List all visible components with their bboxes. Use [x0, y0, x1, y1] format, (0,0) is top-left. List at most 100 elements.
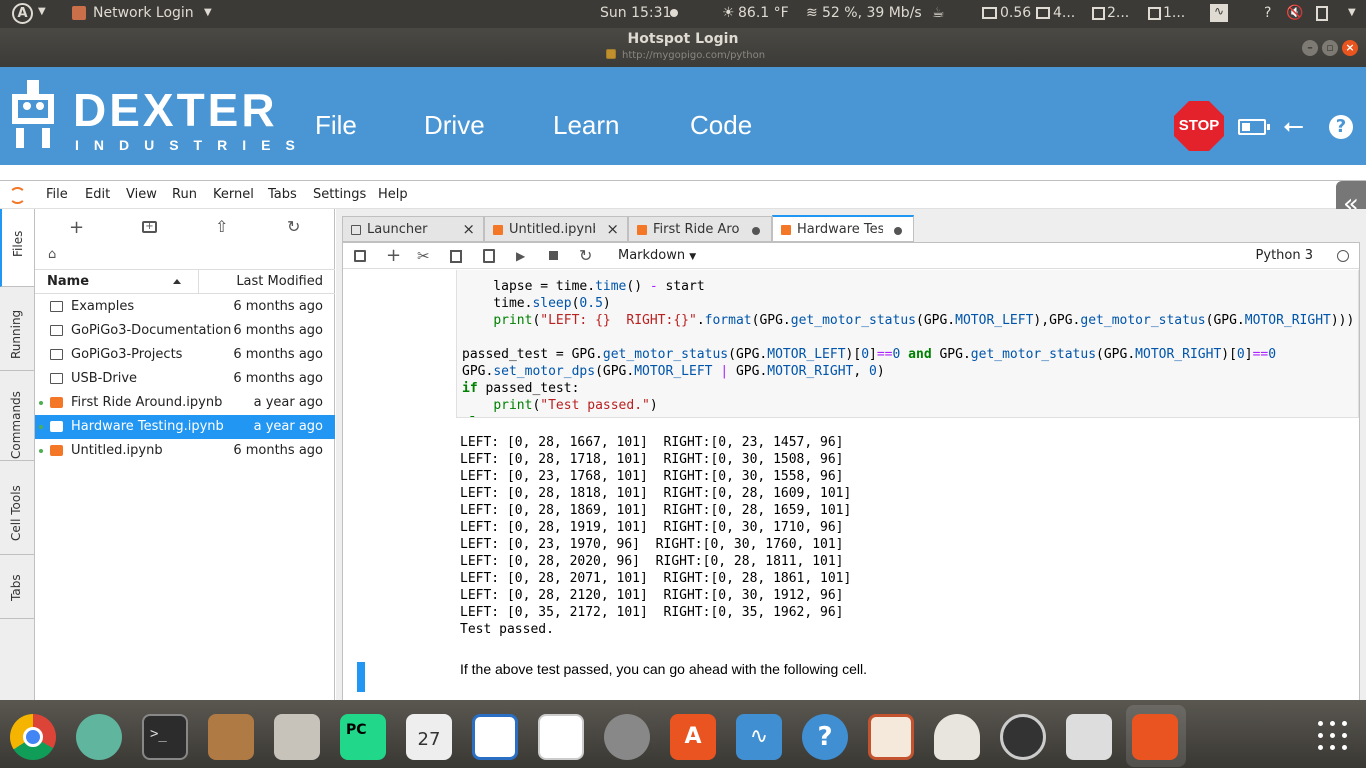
- logo-subtext: INDUSTRIES: [75, 137, 310, 153]
- cell-type-dropdown[interactable]: Markdown ▼: [618, 248, 696, 263]
- tab-label: Untitled.ipynb: [509, 222, 595, 237]
- file-name: GoPiGo3-Projects: [71, 347, 183, 362]
- nav-code[interactable]: Code: [690, 110, 752, 141]
- column-last-modified[interactable]: Last Modified: [236, 274, 323, 289]
- save-icon[interactable]: [354, 250, 366, 262]
- impress-icon[interactable]: [868, 714, 914, 760]
- tab-untitled[interactable]: Untitled.ipynb ×: [484, 216, 628, 242]
- menu-kernel[interactable]: Kernel: [213, 187, 254, 202]
- nav-learn[interactable]: Learn: [553, 110, 620, 141]
- chevron-down-icon[interactable]: ▼: [1348, 7, 1356, 18]
- tab-files[interactable]: Files: [0, 209, 34, 287]
- dexter-robot-logo-icon[interactable]: [10, 80, 56, 150]
- tab-first-ride-around[interactable]: First Ride Arou: [628, 216, 772, 242]
- settings-icon[interactable]: [604, 714, 650, 760]
- menu-edit[interactable]: Edit: [85, 187, 110, 202]
- menu-file[interactable]: File: [46, 187, 68, 202]
- tab-cell-tools[interactable]: Cell Tools: [0, 461, 34, 555]
- atom-icon[interactable]: [76, 714, 122, 760]
- minecraft-icon[interactable]: [208, 714, 254, 760]
- menu-settings[interactable]: Settings: [313, 187, 366, 202]
- run-icon[interactable]: ▶: [516, 249, 525, 263]
- monitor-icon[interactable]: ∿: [736, 714, 782, 760]
- paste-icon[interactable]: [483, 249, 495, 263]
- insert-cell-icon[interactable]: +: [386, 245, 401, 266]
- chevron-down-icon[interactable]: ▼: [204, 7, 212, 18]
- unsaved-dot-icon[interactable]: [894, 227, 902, 235]
- new-folder-icon[interactable]: +: [142, 221, 157, 233]
- pdf-icon[interactable]: [538, 714, 584, 760]
- sort-ascending-icon[interactable]: [173, 279, 181, 284]
- maximize-button[interactable]: ▫: [1322, 40, 1338, 56]
- copy-icon[interactable]: [450, 250, 462, 263]
- chrome-icon[interactable]: [10, 714, 56, 760]
- tab-launcher[interactable]: Launcher ×: [342, 216, 484, 242]
- updater-icon[interactable]: [1000, 714, 1046, 760]
- refresh-icon[interactable]: ↻: [287, 217, 300, 236]
- close-icon[interactable]: ×: [462, 220, 475, 238]
- tab-tabs[interactable]: Tabs: [0, 555, 34, 619]
- menu-tabs[interactable]: Tabs: [268, 187, 297, 202]
- java-icon[interactable]: [934, 714, 980, 760]
- nav-drive[interactable]: Drive: [424, 110, 485, 141]
- help-indicator[interactable]: ?: [1264, 5, 1271, 21]
- code-cell[interactable]: lapse = time.time() - start time.sleep(0…: [456, 270, 1359, 418]
- clipboard-icon[interactable]: [1316, 6, 1328, 21]
- tab-hardware-testing[interactable]: Hardware Testi: [772, 215, 914, 242]
- memory-reading-2[interactable]: 1...: [1163, 5, 1185, 21]
- usb-icon[interactable]: ⭠: [1283, 111, 1304, 142]
- terminal-icon[interactable]: >_: [142, 714, 188, 760]
- apps-grid-icon[interactable]: [1318, 721, 1348, 751]
- volume-icon[interactable]: 🔇: [1286, 5, 1303, 21]
- cpu-reading[interactable]: 4...: [1053, 5, 1075, 21]
- home-icon[interactable]: ⌂: [48, 247, 56, 262]
- stop-kernel-icon[interactable]: [549, 251, 558, 260]
- tab-commands[interactable]: Commands: [0, 371, 34, 461]
- menu-run[interactable]: Run: [172, 187, 197, 202]
- wifi-reading[interactable]: 52 %, 39 Mb/s: [822, 5, 922, 21]
- writer-icon[interactable]: [472, 714, 518, 760]
- file-row-untitled[interactable]: Untitled.ipynb 6 months ago: [35, 439, 335, 463]
- mixer-icon[interactable]: [1066, 714, 1112, 760]
- unsaved-dot-icon[interactable]: [752, 227, 760, 235]
- file-row-first-ride-around[interactable]: First Ride Around.ipynb a year ago: [35, 391, 335, 415]
- calendar-icon[interactable]: 27: [406, 714, 452, 760]
- app-menu-label[interactable]: Network Login: [93, 5, 194, 21]
- pycharm-icon[interactable]: PC: [340, 714, 386, 760]
- close-button[interactable]: ×: [1342, 40, 1358, 56]
- file-row-gopigo3-documentation[interactable]: GoPiGo3-Documentation 6 months ago: [35, 319, 335, 343]
- markdown-cell[interactable]: If the above test passed, you can go ahe…: [460, 661, 867, 677]
- file-row-gopigo3-projects[interactable]: GoPiGo3-Projects 6 months ago: [35, 343, 335, 367]
- kernel-name[interactable]: Python 3: [1256, 248, 1313, 263]
- menu-help[interactable]: Help: [378, 187, 408, 202]
- notebook-icon: [637, 225, 647, 235]
- close-icon[interactable]: ×: [606, 220, 619, 238]
- stop-button[interactable]: STOP: [1174, 101, 1224, 151]
- folder-icon[interactable]: [1132, 714, 1178, 760]
- tab-running[interactable]: Running: [0, 287, 34, 371]
- system-load[interactable]: 0.56: [1000, 5, 1031, 21]
- weather-reading[interactable]: 86.1 °F: [738, 5, 789, 21]
- files-icon[interactable]: [274, 714, 320, 760]
- nav-file[interactable]: File: [315, 110, 357, 141]
- help-button[interactable]: ?: [1329, 115, 1353, 139]
- file-row-examples[interactable]: Examples 6 months ago: [35, 295, 335, 319]
- monitor-graph-icon[interactable]: ∿: [1210, 4, 1228, 22]
- store-icon[interactable]: A: [670, 714, 716, 760]
- chevron-down-icon[interactable]: ▼: [38, 6, 46, 17]
- memory-reading-1[interactable]: 2...: [1107, 5, 1129, 21]
- upload-icon[interactable]: ⇧: [215, 217, 228, 236]
- logo-text[interactable]: DEXTER: [73, 87, 278, 133]
- column-name[interactable]: Name: [47, 274, 89, 289]
- caffeine-icon[interactable]: ☕: [932, 5, 945, 21]
- app-launcher-icon[interactable]: A: [12, 3, 33, 24]
- clock[interactable]: Sun 15:31: [600, 5, 671, 21]
- help-icon[interactable]: ?: [802, 714, 848, 760]
- cut-icon[interactable]: ✂: [417, 247, 430, 265]
- file-row-hardware-testing[interactable]: Hardware Testing.ipynb a year ago: [35, 415, 335, 439]
- minimize-button[interactable]: –: [1302, 40, 1318, 56]
- restart-kernel-icon[interactable]: ↻: [579, 246, 592, 265]
- new-launcher-icon[interactable]: +: [69, 217, 84, 238]
- file-row-usb-drive[interactable]: USB-Drive 6 months ago: [35, 367, 335, 391]
- menu-view[interactable]: View: [126, 187, 157, 202]
